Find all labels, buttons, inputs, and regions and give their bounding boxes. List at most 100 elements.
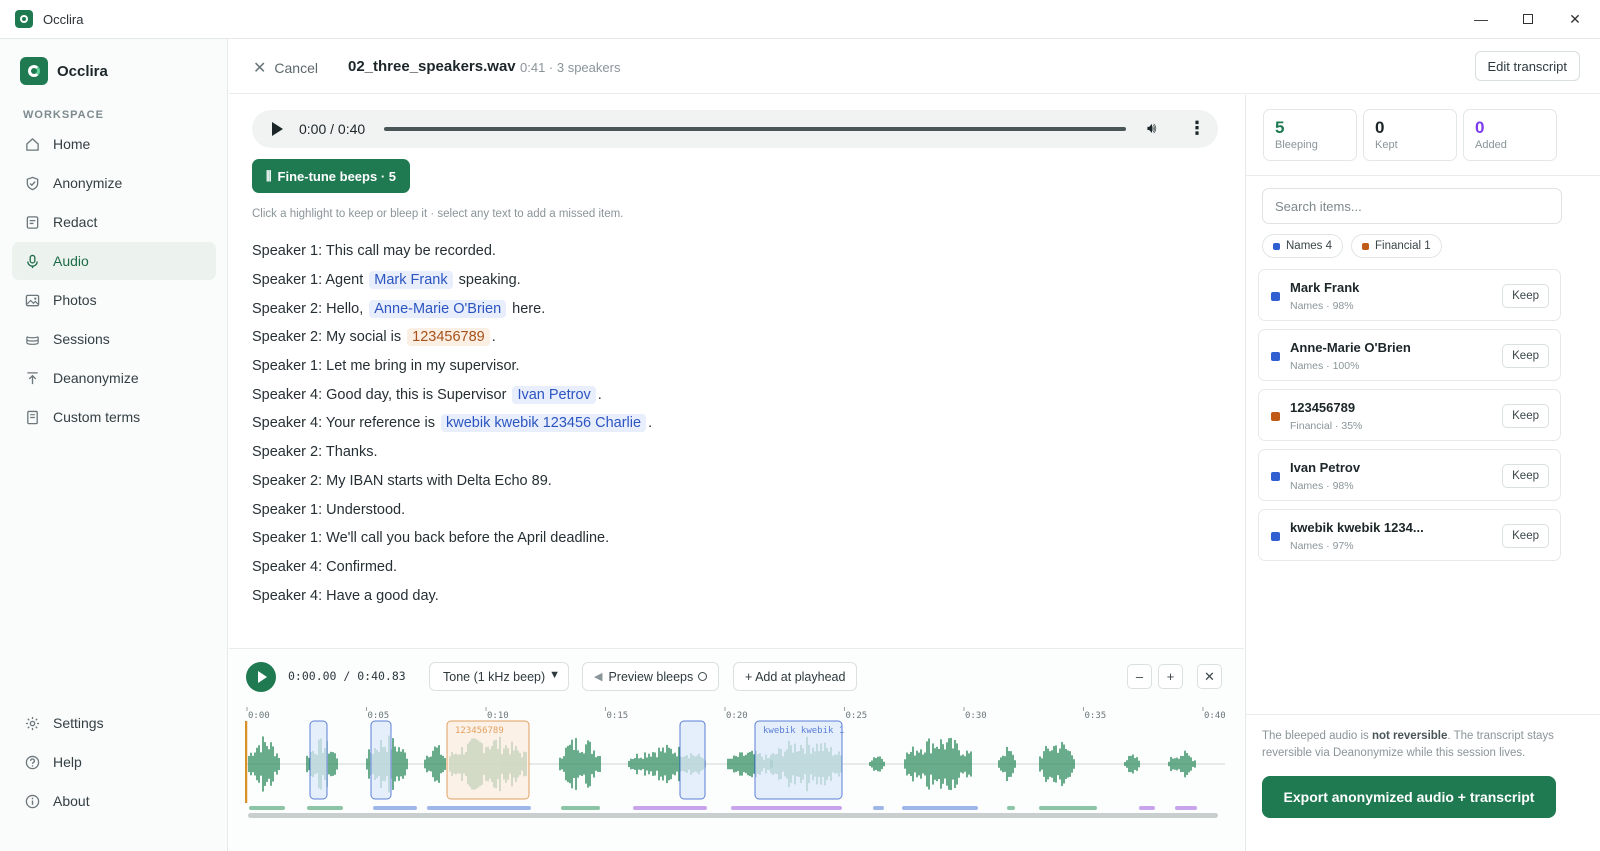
zoom-in-button[interactable]: + <box>1158 664 1183 689</box>
category-dot <box>1271 472 1280 481</box>
sidebar-item-custom-terms[interactable]: Custom terms <box>12 398 216 436</box>
chip-names[interactable]: Names 4 <box>1262 234 1344 258</box>
tick-label: 0:35 <box>1085 711 1107 721</box>
bleep-region[interactable] <box>679 720 706 800</box>
list-item[interactable]: Ivan Petrov Names · 98% Keep <box>1258 449 1561 501</box>
waveform[interactable]: 0:00 0:05 0:10 0:15 0:20 0:25 0:30 0:35 0:40 123… <box>245 707 1225 811</box>
redact-icon <box>24 214 40 230</box>
sidebar-item-home[interactable]: Home <box>12 125 216 163</box>
sidebar-item-help[interactable]: Help <box>12 743 216 781</box>
sidebar-item-label: Help <box>53 754 82 770</box>
close-editor-button[interactable]: ✕ <box>1197 664 1222 689</box>
chip-dot <box>1273 242 1280 250</box>
cancel-button[interactable]: ✕ Cancel <box>253 58 318 78</box>
items-panel: 5 Bleeping 0 Kept 0 Added Names 4 Financ… <box>1245 95 1600 851</box>
export-button[interactable]: Export anonymized audio + transcript <box>1262 776 1556 818</box>
editor-play-button[interactable] <box>246 662 276 692</box>
timeline-scrollbar[interactable] <box>248 813 1218 818</box>
highlight-name[interactable]: Anne-Marie O'Brien <box>369 299 507 318</box>
volume-icon[interactable]: 🔊︎ <box>1147 120 1156 137</box>
sliders-icon: ⫼ <box>266 168 272 183</box>
tick-label: 0:25 <box>846 711 868 721</box>
highlight-name[interactable]: Mark Frank <box>369 271 453 290</box>
transcript-line: Speaker 1: Understood. <box>252 495 652 524</box>
list-item[interactable]: Anne-Marie O'Brien Names · 100% Keep <box>1258 329 1561 381</box>
category-dot <box>1271 532 1280 541</box>
transcript-text: Speaker 2: My social is <box>252 329 406 346</box>
highlight-name[interactable]: Ivan Petrov <box>512 385 596 404</box>
tick-label: 0:40 <box>1204 711 1225 721</box>
highlight-name[interactable]: kwebik kwebik 123456 Charlie <box>441 414 647 433</box>
chip-financial[interactable]: Financial 1 <box>1351 234 1442 258</box>
sidebar-item-sessions[interactable]: Sessions <box>12 320 216 358</box>
stat-added: 0 Added <box>1463 109 1557 161</box>
list-item[interactable]: Mark Frank Names · 98% Keep <box>1258 269 1561 321</box>
home-icon <box>24 136 40 152</box>
transcript-text: Speaker 1: Understood. <box>252 501 406 518</box>
keep-button[interactable]: Keep <box>1502 524 1549 548</box>
preview-bleeps-button[interactable]: ◀︎ Preview bleeps <box>582 662 720 691</box>
highlight-financial[interactable]: 123456789 <box>407 328 490 347</box>
play-icon[interactable] <box>272 122 283 136</box>
item-sub: Names · 98% <box>1290 480 1354 492</box>
close-window-icon[interactable]: ✕ <box>1552 0 1598 38</box>
list-item[interactable]: kwebik kwebik 1234... Names · 97% Keep <box>1258 509 1561 561</box>
zoom-out-button[interactable]: – <box>1127 664 1152 689</box>
bleep-region-label: 123456789 <box>455 726 504 736</box>
stat-number: 0 <box>1475 118 1485 137</box>
sidebar-item-audio[interactable]: Audio <box>12 242 216 280</box>
sidebar-bottom-nav: Settings Help About <box>12 704 216 821</box>
file-name: 02_three_speakers.wav <box>348 58 516 75</box>
sidebar-item-label: Deanonymize <box>53 370 139 386</box>
speaker-lane-segment <box>307 806 343 810</box>
bleep-region[interactable] <box>370 720 392 800</box>
more-options-icon[interactable]: ⋮ <box>1188 118 1206 139</box>
sidebar-item-settings[interactable]: Settings <box>12 704 216 742</box>
tone-select[interactable]: Tone (1 kHz beep) ▼ <box>429 662 569 691</box>
tick-label: 0:15 <box>607 711 629 721</box>
speaker-lane-segment <box>1139 806 1155 810</box>
stat-kept: 0 Kept <box>1363 109 1457 161</box>
title-bar: Occlira — ✕ <box>0 0 1600 39</box>
stats: 5 Bleeping 0 Kept 0 Added <box>1263 109 1557 161</box>
brand-name: Occlira <box>57 62 108 80</box>
bleep-region[interactable] <box>309 720 328 800</box>
maximize-icon[interactable] <box>1505 0 1551 38</box>
sidebar-item-anonymize[interactable]: Anonymize <box>12 164 216 202</box>
keep-button[interactable]: Keep <box>1502 344 1549 368</box>
item-sub: Names · 97% <box>1290 540 1354 552</box>
item-name: Mark Frank <box>1290 280 1360 295</box>
stat-label: Added <box>1475 139 1507 151</box>
player-seek-bar[interactable] <box>384 127 1126 131</box>
search-input[interactable] <box>1262 188 1562 224</box>
sidebar-item-about[interactable]: About <box>12 782 216 820</box>
transcript-line: Speaker 4: Have a good day. <box>252 581 652 610</box>
item-name: Ivan Petrov <box>1290 460 1361 475</box>
category-dot <box>1271 412 1280 421</box>
item-sub: Names · 98% <box>1290 300 1354 312</box>
tick-label: 0:30 <box>965 711 987 721</box>
sidebar-item-deanonymize[interactable]: Deanonymize <box>12 359 216 397</box>
keep-button[interactable]: Keep <box>1502 464 1549 488</box>
list-item[interactable]: 123456789 Financial · 35% Keep <box>1258 389 1561 441</box>
speaker-lane-segment <box>1175 806 1197 810</box>
chip-label: Financial 1 <box>1375 240 1431 252</box>
player-time: 0:00 / 0:40 <box>299 121 366 137</box>
minimize-icon[interactable]: — <box>1458 0 1504 38</box>
add-at-playhead-button[interactable]: + Add at playhead <box>733 662 858 691</box>
tone-select-value: Tone (1 kHz beep) <box>443 669 546 684</box>
cancel-label: Cancel <box>274 60 318 76</box>
transcript-text: . <box>648 415 653 432</box>
speaker-lane-segment <box>633 806 707 810</box>
keep-button[interactable]: Keep <box>1502 404 1549 428</box>
bleep-region-label: kwebik kwebik 1 <box>763 726 844 736</box>
tick-label: 0:20 <box>726 711 748 721</box>
tick-label: 0:05 <box>368 711 390 721</box>
sidebar-item-redact[interactable]: Redact <box>12 203 216 241</box>
keep-button[interactable]: Keep <box>1502 284 1549 308</box>
item-sub: Names · 100% <box>1290 360 1360 372</box>
fine-tune-beeps-button[interactable]: ⫼ Fine-tune beeps · 5 <box>252 159 410 193</box>
transcript-line: Speaker 4: Confirmed. <box>252 553 652 582</box>
sidebar-item-photos[interactable]: Photos <box>12 281 216 319</box>
edit-transcript-button[interactable]: Edit transcript <box>1474 51 1580 81</box>
